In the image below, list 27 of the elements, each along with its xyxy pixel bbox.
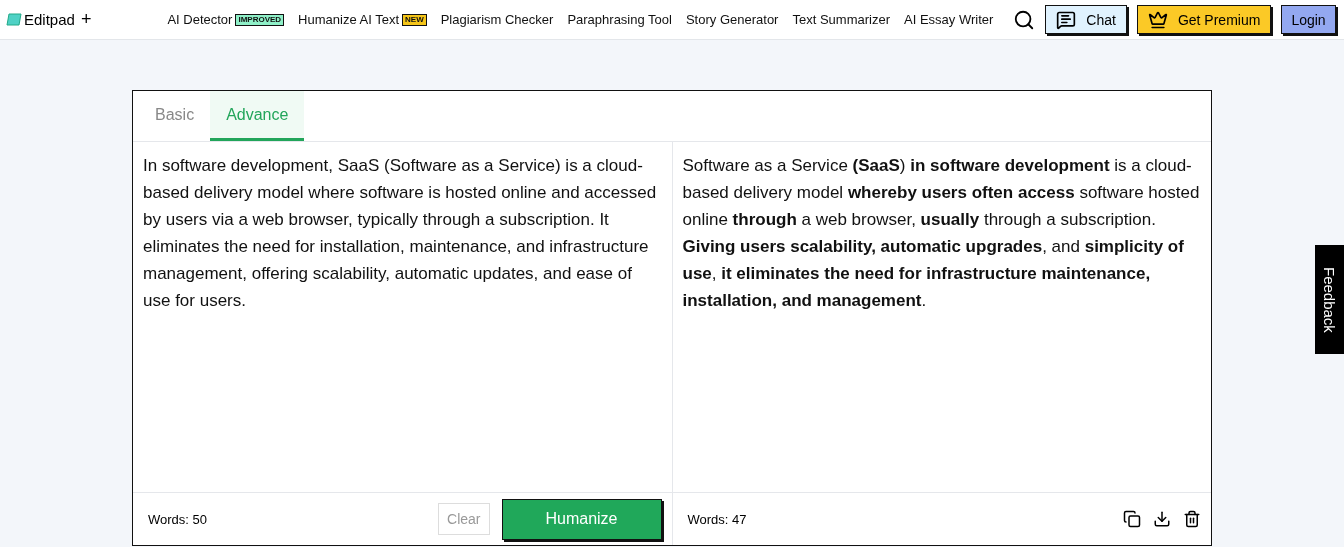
- mode-tab[interactable]: Basic: [139, 91, 211, 141]
- nav-link[interactable]: Story Generator: [685, 12, 779, 27]
- brand-name: Editpad: [24, 11, 75, 28]
- input-text[interactable]: In software development, SaaS (Software as a Service) is a cloud-based delivery model where software is hosted online and accessed by users via a web browser, typically through a subscription. It eliminates the need for installation, maintenance, and infrastructure management, offering scalability, automatic updates, and ease of use for users.: [133, 142, 672, 492]
- chat-icon: [1056, 9, 1077, 30]
- add-icon[interactable]: +: [80, 9, 92, 30]
- trash-icon[interactable]: [1183, 510, 1201, 528]
- copy-icon[interactable]: [1123, 510, 1141, 528]
- logo-icon: [6, 12, 22, 27]
- feedback-tab[interactable]: Feedback: [1315, 245, 1344, 354]
- word-count: Words: 50: [148, 511, 208, 527]
- crown-icon: [1147, 9, 1168, 30]
- premium-button[interactable]: Get Premium: [1136, 5, 1272, 34]
- search-icon[interactable]: [1013, 8, 1036, 31]
- login-button[interactable]: Login: [1281, 5, 1336, 34]
- nav-link[interactable]: AI Essay Writer: [904, 12, 994, 27]
- nav-badge: NEW: [402, 13, 427, 26]
- nav-badge: IMPROVED: [235, 13, 285, 26]
- download-icon[interactable]: [1153, 510, 1171, 528]
- nav-link[interactable]: Paraphrasing Tool: [567, 12, 672, 27]
- nav-link[interactable]: Humanize AI Text NEW: [298, 12, 427, 27]
- chat-button[interactable]: Chat: [1045, 5, 1127, 34]
- nav-link[interactable]: AI Detector IMPROVED: [167, 12, 285, 27]
- output-text: Software as a Service (SaaS) in software development is a cloud-based delivery model whereby users often access software hosted online through a web browser, usually through a subscription. Giving users scalability, automatic upgrades, and simplicity of use, it eliminates the need for infrastructure maintenance, installation, and management.: [681, 155, 1201, 312]
- nav-link[interactable]: Plagiarism Checker: [440, 12, 554, 27]
- word-count: Words: 47: [687, 511, 748, 527]
- nav-link[interactable]: Text Summarizer: [792, 12, 890, 27]
